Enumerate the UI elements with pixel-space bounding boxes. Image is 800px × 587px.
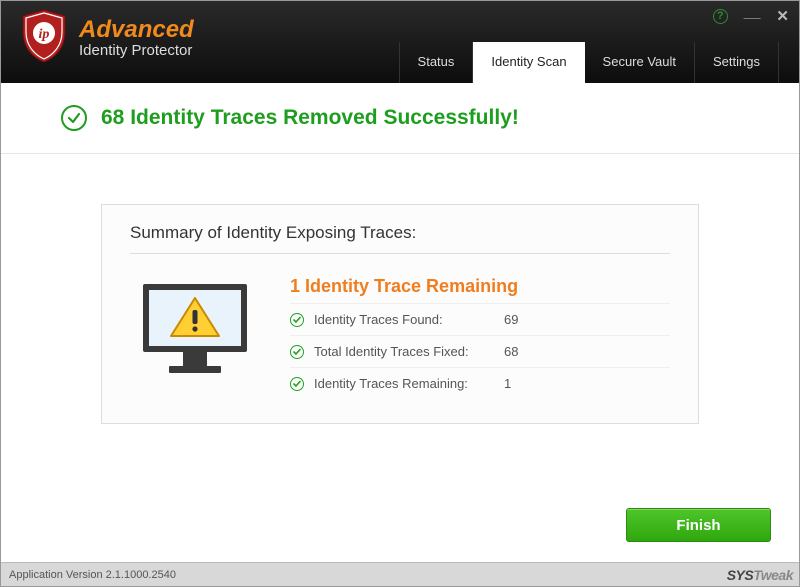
checkmark-icon bbox=[290, 377, 304, 391]
tab-status[interactable]: Status bbox=[399, 42, 474, 83]
success-banner: 68 Identity Traces Removed Successfully! bbox=[1, 83, 799, 154]
stat-row-fixed: Total Identity Traces Fixed: 68 bbox=[290, 335, 670, 367]
version-label: Application Version 2.1.1000.2540 bbox=[9, 569, 176, 581]
stat-remaining-label: Identity Traces Remaining: bbox=[314, 376, 494, 391]
tab-secure-vault[interactable]: Secure Vault bbox=[585, 42, 695, 83]
stat-found-label: Identity Traces Found: bbox=[314, 312, 494, 327]
app-subtitle: Identity Protector bbox=[79, 42, 194, 60]
tab-settings[interactable]: Settings bbox=[695, 42, 779, 83]
finish-button[interactable]: Finish bbox=[626, 508, 771, 542]
app-logo: ip Advanced Identity Protector bbox=[1, 8, 194, 83]
stat-row-found: Identity Traces Found: 69 bbox=[290, 303, 670, 335]
summary-title: Summary of Identity Exposing Traces: bbox=[130, 223, 670, 254]
watermark: SYSTweak bbox=[727, 567, 793, 586]
help-icon[interactable]: ? bbox=[713, 9, 728, 24]
app-header: ? __ ✕ ip Advanced Identity Protector St… bbox=[1, 1, 799, 83]
shield-icon: ip bbox=[19, 8, 69, 69]
stat-found-value: 69 bbox=[504, 312, 534, 327]
stat-fixed-value: 68 bbox=[504, 344, 534, 359]
tab-identity-scan[interactable]: Identity Scan bbox=[473, 42, 584, 83]
success-message: 68 Identity Traces Removed Successfully! bbox=[101, 106, 519, 130]
status-bar: Application Version 2.1.1000.2540 bbox=[1, 562, 799, 586]
window-controls: ? __ ✕ bbox=[713, 7, 789, 25]
stat-row-remaining: Identity Traces Remaining: 1 bbox=[290, 367, 670, 399]
svg-text:ip: ip bbox=[39, 27, 50, 42]
app-brand: Advanced bbox=[79, 18, 194, 42]
remaining-headline: 1 Identity Trace Remaining bbox=[290, 276, 670, 297]
checkmark-icon bbox=[290, 345, 304, 359]
checkmark-icon bbox=[61, 105, 87, 131]
stat-remaining-value: 1 bbox=[504, 376, 534, 391]
minimize-button[interactable]: __ bbox=[744, 4, 761, 21]
checkmark-icon bbox=[290, 313, 304, 327]
summary-card: Summary of Identity Exposing Traces: 1 I… bbox=[101, 204, 699, 424]
close-button[interactable]: ✕ bbox=[776, 7, 789, 25]
main-tabs: Status Identity Scan Secure Vault Settin… bbox=[399, 42, 779, 83]
stat-fixed-label: Total Identity Traces Fixed: bbox=[314, 344, 494, 359]
monitor-warning-icon bbox=[130, 276, 260, 399]
